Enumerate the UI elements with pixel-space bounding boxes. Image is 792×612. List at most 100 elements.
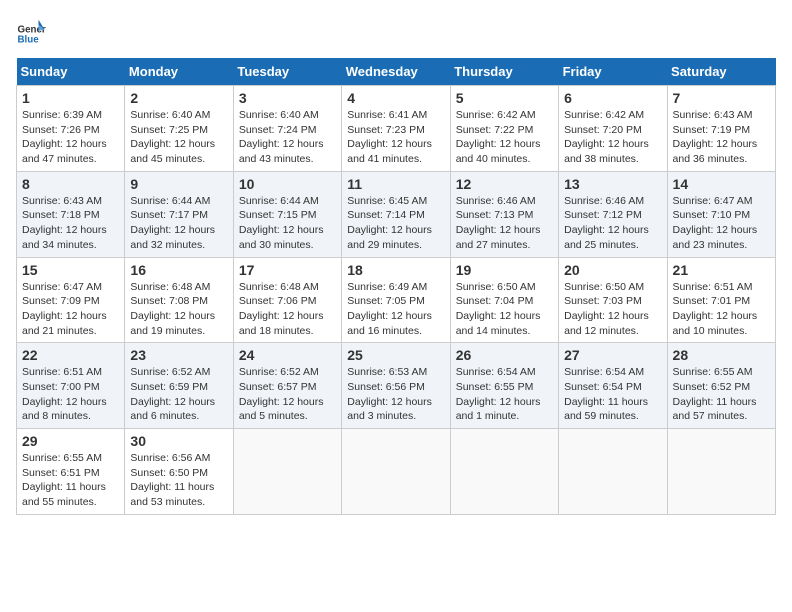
day-number: 24	[239, 347, 336, 363]
day-info: Sunrise: 6:39 AMSunset: 7:26 PMDaylight:…	[22, 109, 107, 165]
day-number: 27	[564, 347, 661, 363]
week-row-5: 29 Sunrise: 6:55 AMSunset: 6:51 PMDaylig…	[17, 429, 776, 515]
header-saturday: Saturday	[667, 58, 775, 86]
day-info: Sunrise: 6:43 AMSunset: 7:18 PMDaylight:…	[22, 195, 107, 251]
calendar-cell: 11 Sunrise: 6:45 AMSunset: 7:14 PMDaylig…	[342, 171, 450, 257]
day-info: Sunrise: 6:40 AMSunset: 7:25 PMDaylight:…	[130, 109, 215, 165]
calendar-cell: 10 Sunrise: 6:44 AMSunset: 7:15 PMDaylig…	[233, 171, 341, 257]
day-info: Sunrise: 6:55 AMSunset: 6:52 PMDaylight:…	[673, 366, 757, 422]
day-info: Sunrise: 6:46 AMSunset: 7:13 PMDaylight:…	[456, 195, 541, 251]
calendar-cell: 13 Sunrise: 6:46 AMSunset: 7:12 PMDaylig…	[559, 171, 667, 257]
calendar-cell	[559, 429, 667, 515]
week-row-2: 8 Sunrise: 6:43 AMSunset: 7:18 PMDayligh…	[17, 171, 776, 257]
calendar-cell	[667, 429, 775, 515]
day-info: Sunrise: 6:41 AMSunset: 7:23 PMDaylight:…	[347, 109, 432, 165]
calendar-cell: 18 Sunrise: 6:49 AMSunset: 7:05 PMDaylig…	[342, 257, 450, 343]
day-info: Sunrise: 6:44 AMSunset: 7:17 PMDaylight:…	[130, 195, 215, 251]
week-row-4: 22 Sunrise: 6:51 AMSunset: 7:00 PMDaylig…	[17, 343, 776, 429]
day-number: 18	[347, 262, 444, 278]
day-number: 22	[22, 347, 119, 363]
day-info: Sunrise: 6:47 AMSunset: 7:09 PMDaylight:…	[22, 281, 107, 337]
day-number: 1	[22, 90, 119, 106]
day-number: 14	[673, 176, 770, 192]
calendar-cell: 26 Sunrise: 6:54 AMSunset: 6:55 PMDaylig…	[450, 343, 558, 429]
day-number: 11	[347, 176, 444, 192]
svg-text:Blue: Blue	[18, 34, 40, 45]
calendar-cell: 23 Sunrise: 6:52 AMSunset: 6:59 PMDaylig…	[125, 343, 233, 429]
day-number: 4	[347, 90, 444, 106]
day-number: 16	[130, 262, 227, 278]
day-number: 28	[673, 347, 770, 363]
day-number: 2	[130, 90, 227, 106]
day-number: 10	[239, 176, 336, 192]
header-monday: Monday	[125, 58, 233, 86]
header-tuesday: Tuesday	[233, 58, 341, 86]
header-wednesday: Wednesday	[342, 58, 450, 86]
day-info: Sunrise: 6:54 AMSunset: 6:55 PMDaylight:…	[456, 366, 541, 422]
header-friday: Friday	[559, 58, 667, 86]
day-number: 7	[673, 90, 770, 106]
header-row: SundayMondayTuesdayWednesdayThursdayFrid…	[17, 58, 776, 86]
calendar-cell: 12 Sunrise: 6:46 AMSunset: 7:13 PMDaylig…	[450, 171, 558, 257]
calendar-cell	[342, 429, 450, 515]
day-info: Sunrise: 6:44 AMSunset: 7:15 PMDaylight:…	[239, 195, 324, 251]
calendar-cell: 25 Sunrise: 6:53 AMSunset: 6:56 PMDaylig…	[342, 343, 450, 429]
calendar-cell: 27 Sunrise: 6:54 AMSunset: 6:54 PMDaylig…	[559, 343, 667, 429]
day-info: Sunrise: 6:50 AMSunset: 7:04 PMDaylight:…	[456, 281, 541, 337]
day-info: Sunrise: 6:51 AMSunset: 7:00 PMDaylight:…	[22, 366, 107, 422]
week-row-1: 1 Sunrise: 6:39 AMSunset: 7:26 PMDayligh…	[17, 86, 776, 172]
day-number: 5	[456, 90, 553, 106]
calendar-cell: 4 Sunrise: 6:41 AMSunset: 7:23 PMDayligh…	[342, 86, 450, 172]
day-number: 15	[22, 262, 119, 278]
day-info: Sunrise: 6:54 AMSunset: 6:54 PMDaylight:…	[564, 366, 648, 422]
day-number: 6	[564, 90, 661, 106]
calendar-cell: 3 Sunrise: 6:40 AMSunset: 7:24 PMDayligh…	[233, 86, 341, 172]
day-info: Sunrise: 6:48 AMSunset: 7:06 PMDaylight:…	[239, 281, 324, 337]
day-info: Sunrise: 6:49 AMSunset: 7:05 PMDaylight:…	[347, 281, 432, 337]
day-number: 12	[456, 176, 553, 192]
day-number: 17	[239, 262, 336, 278]
day-info: Sunrise: 6:42 AMSunset: 7:20 PMDaylight:…	[564, 109, 649, 165]
calendar-cell: 5 Sunrise: 6:42 AMSunset: 7:22 PMDayligh…	[450, 86, 558, 172]
day-info: Sunrise: 6:52 AMSunset: 6:57 PMDaylight:…	[239, 366, 324, 422]
calendar-cell: 7 Sunrise: 6:43 AMSunset: 7:19 PMDayligh…	[667, 86, 775, 172]
day-info: Sunrise: 6:48 AMSunset: 7:08 PMDaylight:…	[130, 281, 215, 337]
day-number: 3	[239, 90, 336, 106]
day-number: 26	[456, 347, 553, 363]
day-info: Sunrise: 6:40 AMSunset: 7:24 PMDaylight:…	[239, 109, 324, 165]
day-number: 29	[22, 433, 119, 449]
day-info: Sunrise: 6:46 AMSunset: 7:12 PMDaylight:…	[564, 195, 649, 251]
calendar-cell: 9 Sunrise: 6:44 AMSunset: 7:17 PMDayligh…	[125, 171, 233, 257]
day-number: 8	[22, 176, 119, 192]
day-number: 25	[347, 347, 444, 363]
calendar-cell: 30 Sunrise: 6:56 AMSunset: 6:50 PMDaylig…	[125, 429, 233, 515]
page-header: General Blue	[16, 16, 776, 46]
week-row-3: 15 Sunrise: 6:47 AMSunset: 7:09 PMDaylig…	[17, 257, 776, 343]
day-number: 30	[130, 433, 227, 449]
calendar-cell: 8 Sunrise: 6:43 AMSunset: 7:18 PMDayligh…	[17, 171, 125, 257]
day-number: 13	[564, 176, 661, 192]
day-info: Sunrise: 6:47 AMSunset: 7:10 PMDaylight:…	[673, 195, 758, 251]
calendar-cell: 21 Sunrise: 6:51 AMSunset: 7:01 PMDaylig…	[667, 257, 775, 343]
calendar-cell: 28 Sunrise: 6:55 AMSunset: 6:52 PMDaylig…	[667, 343, 775, 429]
calendar-cell: 20 Sunrise: 6:50 AMSunset: 7:03 PMDaylig…	[559, 257, 667, 343]
calendar-cell	[450, 429, 558, 515]
day-number: 21	[673, 262, 770, 278]
calendar-cell: 16 Sunrise: 6:48 AMSunset: 7:08 PMDaylig…	[125, 257, 233, 343]
calendar-cell: 17 Sunrise: 6:48 AMSunset: 7:06 PMDaylig…	[233, 257, 341, 343]
calendar-cell: 22 Sunrise: 6:51 AMSunset: 7:00 PMDaylig…	[17, 343, 125, 429]
calendar-table: SundayMondayTuesdayWednesdayThursdayFrid…	[16, 58, 776, 515]
day-info: Sunrise: 6:43 AMSunset: 7:19 PMDaylight:…	[673, 109, 758, 165]
day-info: Sunrise: 6:55 AMSunset: 6:51 PMDaylight:…	[22, 452, 106, 508]
calendar-cell: 19 Sunrise: 6:50 AMSunset: 7:04 PMDaylig…	[450, 257, 558, 343]
day-info: Sunrise: 6:45 AMSunset: 7:14 PMDaylight:…	[347, 195, 432, 251]
day-info: Sunrise: 6:52 AMSunset: 6:59 PMDaylight:…	[130, 366, 215, 422]
calendar-cell: 15 Sunrise: 6:47 AMSunset: 7:09 PMDaylig…	[17, 257, 125, 343]
day-number: 19	[456, 262, 553, 278]
day-number: 23	[130, 347, 227, 363]
day-info: Sunrise: 6:53 AMSunset: 6:56 PMDaylight:…	[347, 366, 432, 422]
calendar-cell: 24 Sunrise: 6:52 AMSunset: 6:57 PMDaylig…	[233, 343, 341, 429]
calendar-cell	[233, 429, 341, 515]
calendar-cell: 1 Sunrise: 6:39 AMSunset: 7:26 PMDayligh…	[17, 86, 125, 172]
logo-icon: General Blue	[16, 16, 46, 46]
